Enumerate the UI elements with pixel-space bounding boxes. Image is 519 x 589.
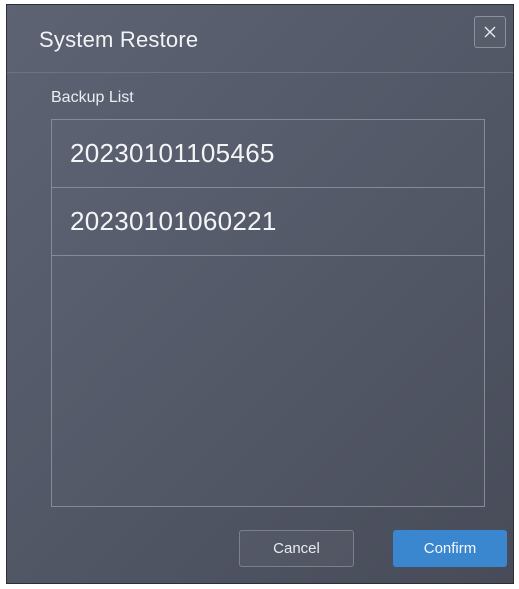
close-icon bbox=[484, 26, 496, 38]
close-button[interactable] bbox=[474, 16, 506, 48]
dialog-header: System Restore bbox=[7, 5, 513, 73]
dialog-title: System Restore bbox=[39, 27, 199, 52]
confirm-button[interactable]: Confirm bbox=[393, 530, 507, 567]
backup-list-item[interactable]: 20230101060221 bbox=[52, 188, 484, 256]
backup-list[interactable]: 20230101105465 20230101060221 bbox=[51, 119, 485, 507]
backup-list-label: Backup List bbox=[51, 89, 134, 106]
backup-item-name: 20230101105465 bbox=[70, 138, 275, 168]
cancel-button[interactable]: Cancel bbox=[239, 530, 354, 567]
backup-list-item[interactable]: 20230101105465 bbox=[52, 120, 484, 188]
system-restore-dialog: System Restore Backup List 2023010110546… bbox=[6, 4, 514, 584]
backup-item-name: 20230101060221 bbox=[70, 206, 277, 236]
